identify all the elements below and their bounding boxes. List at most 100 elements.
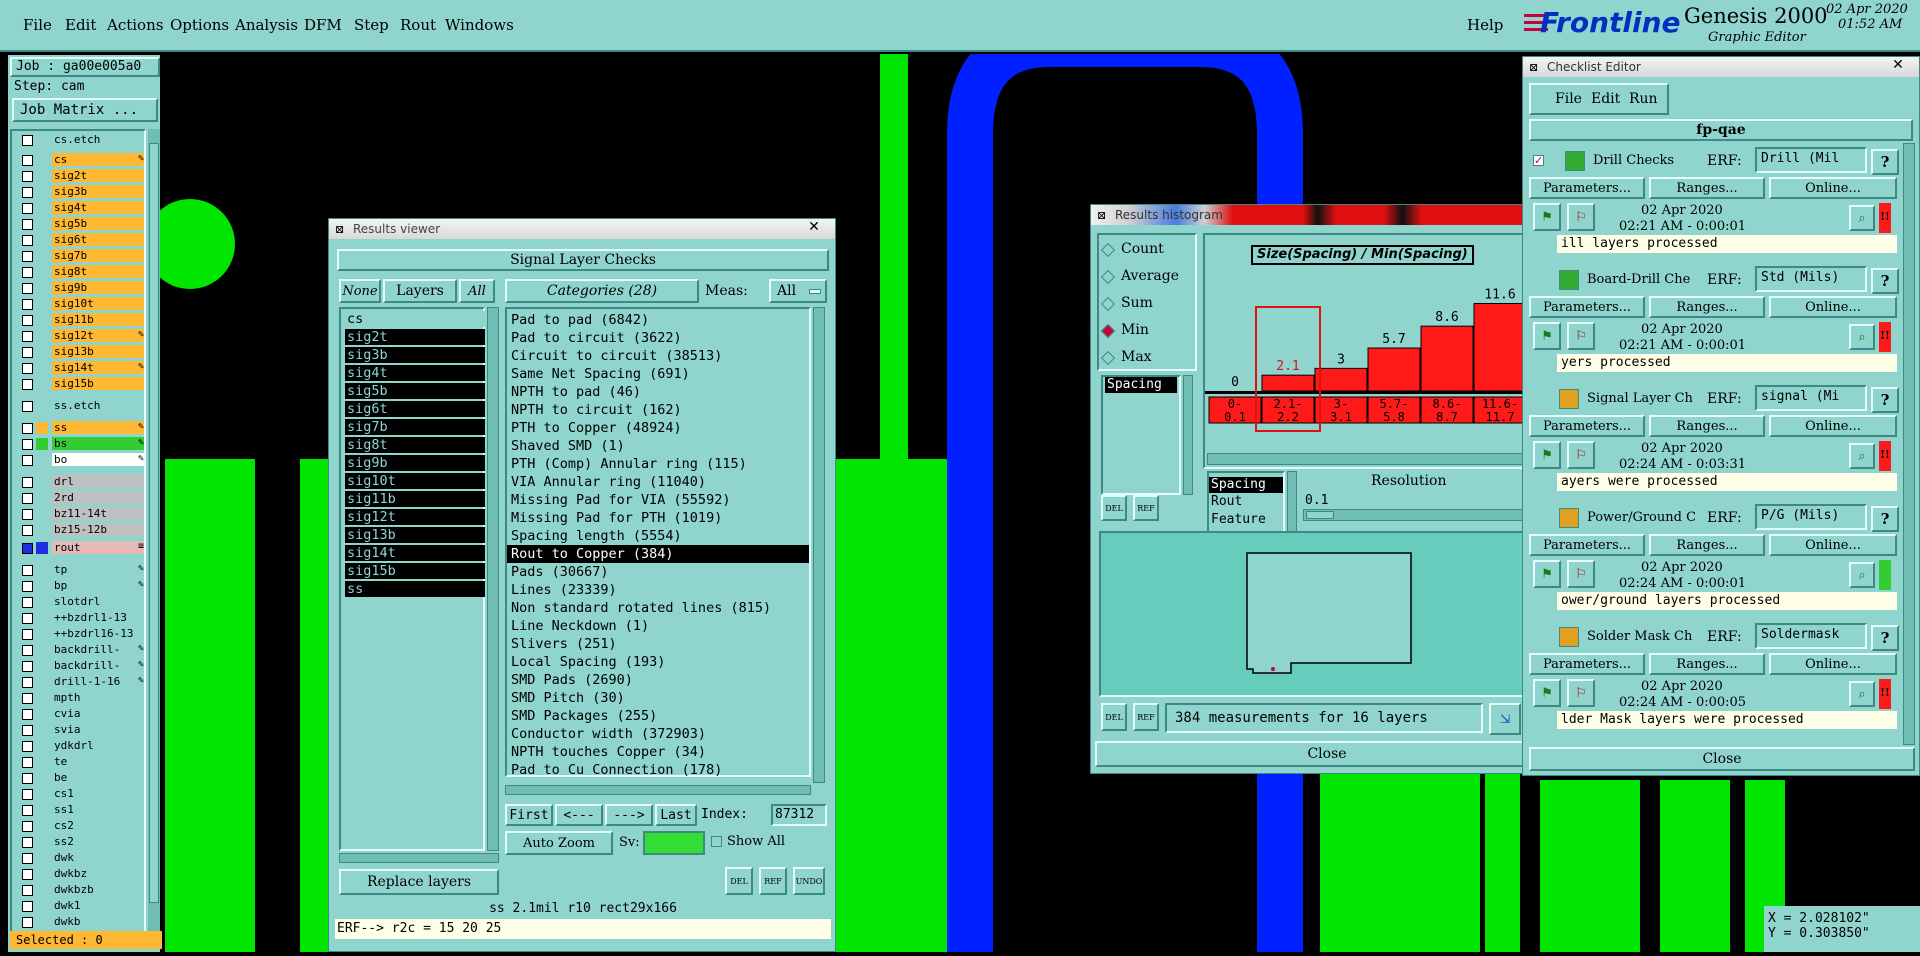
layer-checkbox[interactable]: [22, 725, 33, 736]
checklist-scrollbar[interactable]: [1903, 143, 1915, 745]
layer-checkbox[interactable]: [22, 331, 33, 342]
erf-field[interactable]: signal (Mi: [1755, 385, 1867, 411]
layer-checkbox[interactable]: [22, 853, 33, 864]
layer-row[interactable]: sig2t: [16, 169, 144, 183]
menu-step[interactable]: Step: [354, 16, 389, 34]
erf-field[interactable]: P/G (Mils): [1755, 504, 1867, 530]
results-layer-item[interactable]: sig5b: [345, 383, 485, 399]
layer-row[interactable]: 2rd: [16, 491, 144, 505]
x-attr-spacing[interactable]: Spacing: [1209, 477, 1283, 493]
check-enabled-checkbox[interactable]: ✓: [1533, 155, 1544, 166]
erf-field[interactable]: Std (Mils): [1755, 266, 1867, 292]
online-button[interactable]: Online...: [1769, 653, 1897, 675]
category-item[interactable]: NPTH to pad (46): [507, 383, 809, 401]
results-layer-item[interactable]: sig14t: [345, 545, 485, 561]
ranges-button[interactable]: Ranges...: [1649, 296, 1765, 318]
slider-thumb[interactable]: [1306, 511, 1334, 519]
help-icon[interactable]: ?: [1871, 506, 1899, 532]
results-layer-item[interactable]: sig4t: [345, 365, 485, 381]
layer-row[interactable]: bz11-14t: [16, 507, 144, 521]
run-check-stop-icon[interactable]: ⚐: [1567, 441, 1595, 469]
attribute-scrollbar[interactable]: [1183, 375, 1193, 495]
layer-row[interactable]: dwk: [16, 851, 144, 865]
layer-checkbox[interactable]: [22, 267, 33, 278]
layer-checkbox[interactable]: [22, 677, 33, 688]
x-attr-rout[interactable]: Rout: [1209, 493, 1283, 511]
layer-checkbox[interactable]: [22, 251, 33, 262]
results-layer-scrollbar[interactable]: [487, 307, 499, 851]
category-scrollbar[interactable]: [813, 307, 825, 783]
menu-dfm[interactable]: DFM: [304, 16, 342, 34]
online-button[interactable]: Online...: [1769, 415, 1897, 437]
mode-radio-count[interactable]: Count: [1099, 239, 1191, 261]
layer-checkbox[interactable]: [22, 901, 33, 912]
preview-del-button[interactable]: DEL: [1101, 703, 1127, 731]
layer-row[interactable]: svia: [16, 723, 144, 737]
next-button[interactable]: --->: [605, 804, 653, 826]
category-item[interactable]: NPTH touches Copper (34): [507, 743, 809, 761]
category-item[interactable]: Lines (23339): [507, 581, 809, 599]
histogram-bar[interactable]: [1473, 303, 1527, 392]
results-layer-item[interactable]: sig9b: [345, 455, 485, 471]
online-button[interactable]: Online...: [1769, 177, 1897, 199]
results-layer-item[interactable]: sig6t: [345, 401, 485, 417]
layer-row[interactable]: cs ✎: [16, 153, 144, 167]
category-item[interactable]: Local Spacing (193): [507, 653, 809, 671]
checklist-menu-edit[interactable]: Edit: [1591, 91, 1620, 107]
histogram-titlebar[interactable]: Results histogram: [1091, 205, 1563, 225]
layer-checkbox[interactable]: [22, 581, 33, 592]
help-icon[interactable]: ?: [1871, 268, 1899, 294]
layer-row[interactable]: ydkdrl: [16, 739, 144, 753]
layer-checkbox[interactable]: [22, 661, 33, 672]
category-item[interactable]: Conductor width (372903): [507, 725, 809, 743]
zoom-icon[interactable]: ⌕: [1849, 681, 1875, 707]
category-item[interactable]: SMD Pads (2690): [507, 671, 809, 689]
menu-edit[interactable]: Edit: [65, 16, 96, 34]
layer-row[interactable]: dwkbzb: [16, 883, 144, 897]
close-icon[interactable]: ✕: [1883, 57, 1913, 75]
parameters-button[interactable]: Parameters...: [1529, 534, 1645, 556]
layer-row[interactable]: cs1: [16, 787, 144, 801]
undo-button[interactable]: UNDO: [793, 867, 825, 895]
ref-button[interactable]: REF: [759, 867, 787, 895]
layer-checkbox[interactable]: [22, 917, 33, 928]
categories-button[interactable]: Categories (28): [505, 279, 699, 303]
layer-row[interactable]: cvia: [16, 707, 144, 721]
layer-checkbox[interactable]: [22, 171, 33, 182]
layer-checkbox[interactable]: [22, 869, 33, 880]
checklist-titlebar[interactable]: Checklist Editor: [1523, 57, 1919, 77]
results-layer-item[interactable]: sig12t: [345, 509, 485, 525]
layer-checkbox[interactable]: [22, 155, 33, 166]
category-item[interactable]: Pads (30667): [507, 563, 809, 581]
first-button[interactable]: First: [505, 804, 553, 826]
layer-checkbox[interactable]: [22, 821, 33, 832]
layer-row[interactable]: sig5b: [16, 217, 144, 231]
layer-row[interactable]: dwkb: [16, 915, 144, 929]
run-check-stop-icon[interactable]: ⚐: [1567, 679, 1595, 707]
layer-row[interactable]: sig9b: [16, 281, 144, 295]
help-icon[interactable]: ?: [1871, 387, 1899, 413]
check-name[interactable]: Signal Layer Ch: [1587, 391, 1695, 406]
zoom-icon[interactable]: ⌕: [1849, 324, 1875, 350]
layer-checkbox[interactable]: [22, 773, 33, 784]
layer-checkbox[interactable]: [22, 363, 33, 374]
layer-checkbox[interactable]: [22, 455, 33, 466]
layer-row[interactable]: drl: [16, 475, 144, 489]
layer-checkbox[interactable]: [22, 613, 33, 624]
layer-checkbox[interactable]: [22, 187, 33, 198]
category-item[interactable]: Circuit to circuit (38513): [507, 347, 809, 365]
category-item[interactable]: SMD Packages (255): [507, 707, 809, 725]
layer-row[interactable]: sig4t: [16, 201, 144, 215]
mode-radio-max[interactable]: Max: [1099, 347, 1191, 369]
layer-row[interactable]: ss2: [16, 835, 144, 849]
x-attr-feature[interactable]: Feature: [1209, 511, 1283, 529]
layer-row[interactable]: ++bzdrl16-13: [16, 627, 144, 641]
layer-row[interactable]: bo ✎: [16, 453, 144, 467]
show-all-checkbox[interactable]: [711, 836, 722, 847]
histogram-bar[interactable]: [1420, 325, 1474, 392]
layer-checkbox[interactable]: [22, 885, 33, 896]
category-item[interactable]: PTH (Comp) Annular ring (115): [507, 455, 809, 473]
layer-checkbox[interactable]: [22, 477, 33, 488]
auto-zoom-dropdown[interactable]: Auto Zoom: [505, 831, 613, 855]
run-check-icon[interactable]: ⚑: [1533, 203, 1561, 231]
